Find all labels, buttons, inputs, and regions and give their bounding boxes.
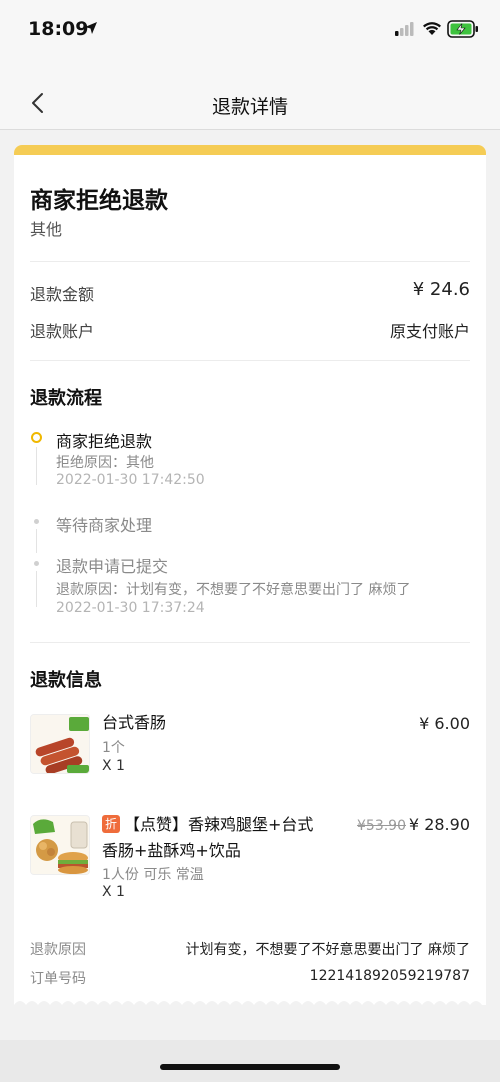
timeline-step-time: 2022-01-30 17:42:50 [56,472,205,488]
product-name-line2: 香肠+盐酥鸡+饮品 [102,841,241,860]
divider [30,642,470,643]
divider [30,261,470,262]
refund-amount-value: ¥ 24.6 [412,279,470,300]
timeline-line [36,571,37,607]
refund-reason-label: 退款原因 [30,942,86,958]
page-title: 退款详情 [211,96,288,118]
divider [30,360,470,361]
home-bar-area [0,1040,500,1082]
refund-status-subtitle: 其他 [30,220,63,239]
status-time: 18:09 [28,18,89,40]
refund-status-title: 商家拒绝退款 [30,188,168,214]
card-accent-bar [14,145,486,155]
timeline-step-title: 等待商家处理 [56,516,153,535]
status-bar: 18:09 [0,0,500,58]
product-name: 台式香肠 [102,713,167,732]
timeline-line [36,447,37,485]
timeline-step-detail: 退款原因：计划有变，不想要了不好意思要出门了 麻烦了 [56,582,411,598]
order-number-label: 订单号码 [30,971,86,987]
product-name-line1: 【点赞】香辣鸡腿堡+台式 [124,815,314,834]
product-spec: 1个 [102,740,125,756]
battery-charging-icon [447,20,478,38]
wifi-icon [423,22,441,35]
nav-bar: 退款详情 [0,58,500,130]
timeline-dot [34,519,39,524]
refund-flow-title: 退款流程 [30,388,102,409]
discount-badge: 折 [102,815,120,833]
product-image[interactable] [30,714,90,774]
refund-account-label: 退款账户 [30,322,95,341]
home-indicator[interactable] [160,1064,340,1070]
product-quantity: X 1 [102,884,125,900]
product-original-price: ¥53.90 [357,818,406,834]
product-price: ¥ 6.00 [419,714,470,733]
timeline-step-title: 商家拒绝退款 [56,432,153,451]
timeline-dot-active [31,432,42,443]
signal-icon [395,22,414,36]
timeline-step-time: 2022-01-30 17:37:24 [56,600,205,616]
card-scalloped-edge [14,1001,486,1005]
product-spec: 1人份 可乐 常温 [102,867,204,883]
refund-detail-card: 商家拒绝退款 其他 退款金额 ¥ 24.6 退款账户 原支付账户 退款流程 商家… [14,145,486,1005]
refund-reason-value: 计划有变，不想要了不好意思要出门了 麻烦了 [185,942,470,958]
combo-meal-image-icon [31,816,89,874]
refund-account-value: 原支付账户 [389,322,470,341]
product-price: ¥ 28.90 [408,815,470,834]
product-image[interactable] [30,815,90,875]
refund-amount-label: 退款金额 [30,285,95,304]
product-name: 折【点赞】香辣鸡腿堡+台式 [102,812,352,838]
product-quantity: X 1 [102,758,125,774]
timeline-dot [34,561,39,566]
timeline-line [36,529,37,553]
refund-info-title: 退款信息 [30,670,102,691]
order-number-value[interactable]: 1221418920592197​87 [310,968,470,984]
timeline-step-detail: 拒绝原因：其他 [56,455,154,471]
location-arrow-icon [85,22,97,34]
timeline-step-title: 退款申请已提交 [56,557,169,576]
sausage-image-icon [31,715,89,773]
